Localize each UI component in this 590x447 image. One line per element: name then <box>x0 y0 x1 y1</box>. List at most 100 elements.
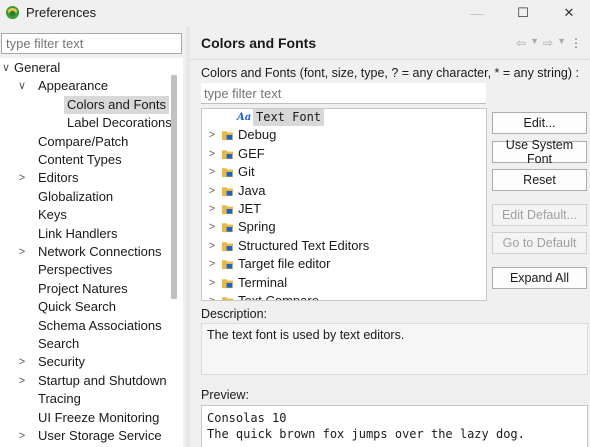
tree-item[interactable]: Project Natures <box>0 280 170 298</box>
forward-dropdown-icon[interactable]: ▼ <box>557 36 566 50</box>
back-dropdown-icon[interactable]: ▼ <box>530 36 539 50</box>
expand-arrow-icon[interactable]: > <box>207 255 217 273</box>
close-button[interactable]: ✕ <box>549 0 589 26</box>
eclipse-icon <box>5 5 20 20</box>
page-header: Colors and Fonts ⇦ ▼ ⇨ ▼ ⋮ <box>190 26 590 60</box>
font-tree-item-label: GEF <box>238 145 265 161</box>
back-icon[interactable]: ⇦ <box>516 36 526 50</box>
page-description: Colors and Fonts (font, size, type, ? = … <box>201 66 579 80</box>
colors-fonts-tree: > Text Compare > Terminal > Target file edito… <box>201 108 487 301</box>
collapse-arrow-icon[interactable]: ∨ <box>0 59 12 77</box>
font-tree-item-label: Text Compare <box>238 293 319 301</box>
tree-item[interactable]: > Startup and Shutdown <box>0 372 170 390</box>
expand-arrow-icon[interactable]: > <box>16 169 28 187</box>
description-text: The text font is used by text editors. <box>207 328 405 342</box>
font-tree-item-label: Structured Text Editors <box>238 237 370 253</box>
view-menu-icon[interactable]: ⋮ <box>570 36 582 50</box>
expand-arrow-icon[interactable]: > <box>16 353 28 371</box>
category-icon <box>221 260 234 270</box>
tree-item[interactable]: Schema Associations <box>0 317 170 335</box>
preference-tree: ∨ General ∨ Appearance Colors and Fonts Label… <box>0 58 183 447</box>
expand-arrow-icon[interactable]: > <box>207 145 217 163</box>
tree-item-label: UI Freeze Monitoring <box>38 409 160 425</box>
go-to-default-button[interactable]: Go to Default <box>492 232 587 254</box>
tree-item-label: Keys <box>38 207 67 223</box>
tree-item[interactable]: Perspectives <box>0 261 170 279</box>
font-tree-item-label: Debug <box>238 127 277 143</box>
tree-item-label: Quick Search <box>38 299 117 315</box>
tree-item[interactable]: ∨ Appearance <box>0 77 170 95</box>
tree-item-label: Label Decorations <box>67 115 172 131</box>
category-icon <box>221 278 234 288</box>
expand-arrow-icon[interactable]: > <box>207 163 217 181</box>
tree-item-label: Network Connections <box>38 244 162 259</box>
tree-item[interactable]: Link Handlers <box>0 225 170 243</box>
expand-arrow-icon[interactable]: > <box>207 126 217 144</box>
description-box: The text font is used by text editors. <box>201 323 588 375</box>
category-icon <box>221 205 234 215</box>
left-scrollbar[interactable] <box>171 75 177 299</box>
font-icon: Aa <box>237 112 252 123</box>
tree-item[interactable]: > Network Connections <box>0 243 170 261</box>
font-tree-item-label: Text Font <box>253 109 325 126</box>
category-icon <box>221 223 234 233</box>
expand-arrow-icon[interactable]: > <box>207 237 217 255</box>
tree-item[interactable]: > Editors <box>0 169 170 187</box>
font-tree-item-label: Spring <box>238 219 276 235</box>
expand-arrow-icon[interactable]: > <box>207 218 217 236</box>
left-filter-input[interactable] <box>1 33 182 54</box>
tree-item[interactable]: Quick Search <box>0 298 170 316</box>
tree-item-label: Globalization <box>38 188 114 204</box>
expand-arrow-icon[interactable]: > <box>16 243 28 261</box>
tree-item[interactable]: Compare/Patch <box>0 133 170 151</box>
tree-item-label: User Storage Service <box>38 428 162 443</box>
tree-item-label: Startup and Shutdown <box>38 372 167 388</box>
tree-item[interactable]: Label Decorations <box>0 114 172 132</box>
description-label: Description: <box>201 307 267 321</box>
tree-item[interactable]: > Security <box>0 353 170 371</box>
expand-arrow-icon[interactable]: > <box>207 274 217 292</box>
fonts-filter-input[interactable] <box>201 83 486 104</box>
tree-item-label: Editors <box>38 170 79 186</box>
tree-item-label: Content Types <box>38 152 122 167</box>
minimize-button[interactable]: — <box>457 0 497 26</box>
edit-button[interactable]: Edit... <box>492 112 587 134</box>
use-system-font-button[interactable]: Use System Font <box>492 138 587 166</box>
tree-item[interactable]: UI Freeze Monitoring <box>0 409 170 427</box>
tree-item[interactable]: Keys <box>0 206 170 224</box>
tree-item[interactable]: Tracing <box>0 390 170 408</box>
page-title: Colors and Fonts <box>201 35 317 51</box>
expand-arrow-icon[interactable]: > <box>207 200 217 218</box>
edit-default-button[interactable]: Edit Default... <box>492 204 587 226</box>
maximize-button[interactable]: ☐ <box>503 0 543 26</box>
history-nav: ⇦ ▼ ⇨ ▼ ⋮ <box>516 36 582 50</box>
font-tree-item-label: Terminal <box>238 274 288 290</box>
forward-icon[interactable]: ⇨ <box>543 36 553 50</box>
category-icon <box>221 150 234 159</box>
font-tree-item-label: Target file editor <box>238 256 331 272</box>
tree-item-label: Search <box>38 336 80 351</box>
expand-arrow-icon[interactable]: > <box>16 372 28 390</box>
category-icon <box>221 168 234 178</box>
tree-item[interactable]: Content Types <box>0 151 170 169</box>
expand-arrow-icon[interactable]: > <box>207 292 217 300</box>
tree-item[interactable]: Globalization <box>0 188 170 206</box>
tree-item-label: Tracing <box>38 391 81 407</box>
expand-arrow-icon[interactable]: > <box>16 427 28 445</box>
category-icon <box>221 131 234 141</box>
reset-button[interactable]: Reset <box>492 169 587 191</box>
tree-item[interactable]: Search <box>0 335 170 353</box>
tree-item-label: Perspectives <box>38 262 113 278</box>
tree-item[interactable]: ∨ General <box>0 59 170 77</box>
tree-item-label: Schema Associations <box>38 317 162 333</box>
category-icon <box>221 242 234 251</box>
collapse-arrow-icon[interactable]: ∨ <box>16 77 28 95</box>
tree-item[interactable]: Colors and Fonts <box>0 95 170 114</box>
category-icon <box>221 186 234 196</box>
expand-all-button[interactable]: Expand All <box>492 267 587 289</box>
expand-arrow-icon[interactable]: > <box>207 182 217 200</box>
tree-item-label: General <box>14 60 61 75</box>
tree-item-label: Security <box>38 354 85 370</box>
tree-item[interactable]: > User Storage Service <box>0 427 170 445</box>
preview-label: Preview: <box>201 388 249 402</box>
